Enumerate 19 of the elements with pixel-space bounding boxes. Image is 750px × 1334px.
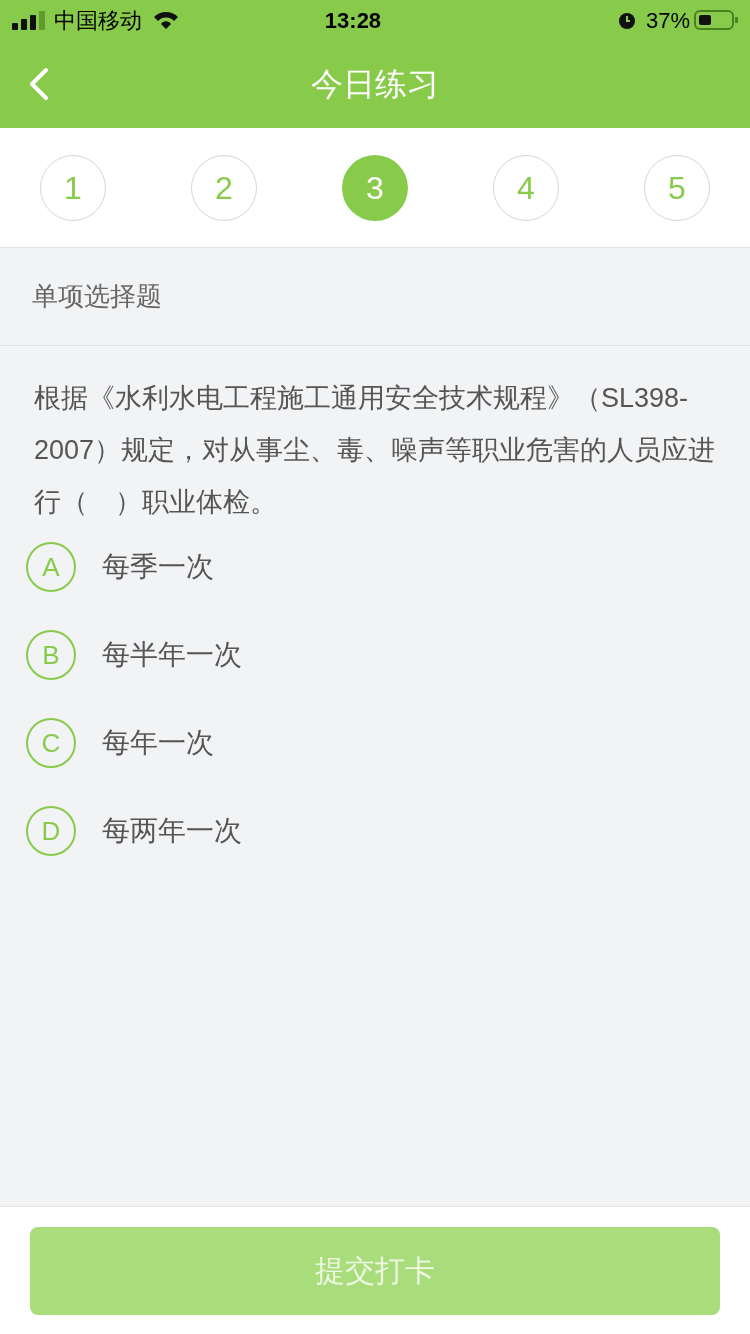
question-number[interactable]: 4 [493,154,559,221]
page-title: 今日练习 [310,65,440,104]
question-number[interactable]: 5 [644,154,710,221]
time-label: 13:28 [323,6,383,35]
signal-icon [12,10,46,30]
question-type: 单项选择题 [32,280,162,313]
back-icon[interactable] [28,67,50,101]
battery-icon [694,9,738,31]
answer-option[interactable]: A 每季一次 [26,542,724,592]
answer-option[interactable]: C 每年一次 [26,718,724,768]
question-number[interactable]: 1 [40,154,106,221]
carrier-label: 中国移动 [54,6,142,35]
question-text: 根据《水利水电工程施工通用安全技术规程》（SL398-2007）规定，对从事尘、毒、噪声等职业危害的人员应进行（ ）职业体检。 [34,382,716,519]
wifi-icon [152,10,180,30]
answer-option[interactable]: D 每两年一次 [26,806,724,856]
answer-option[interactable]: B 每半年一次 [26,630,724,680]
question-number[interactable]: 3 [342,154,408,221]
question-number[interactable]: 2 [191,154,257,221]
battery-percent: 37% [645,6,690,35]
